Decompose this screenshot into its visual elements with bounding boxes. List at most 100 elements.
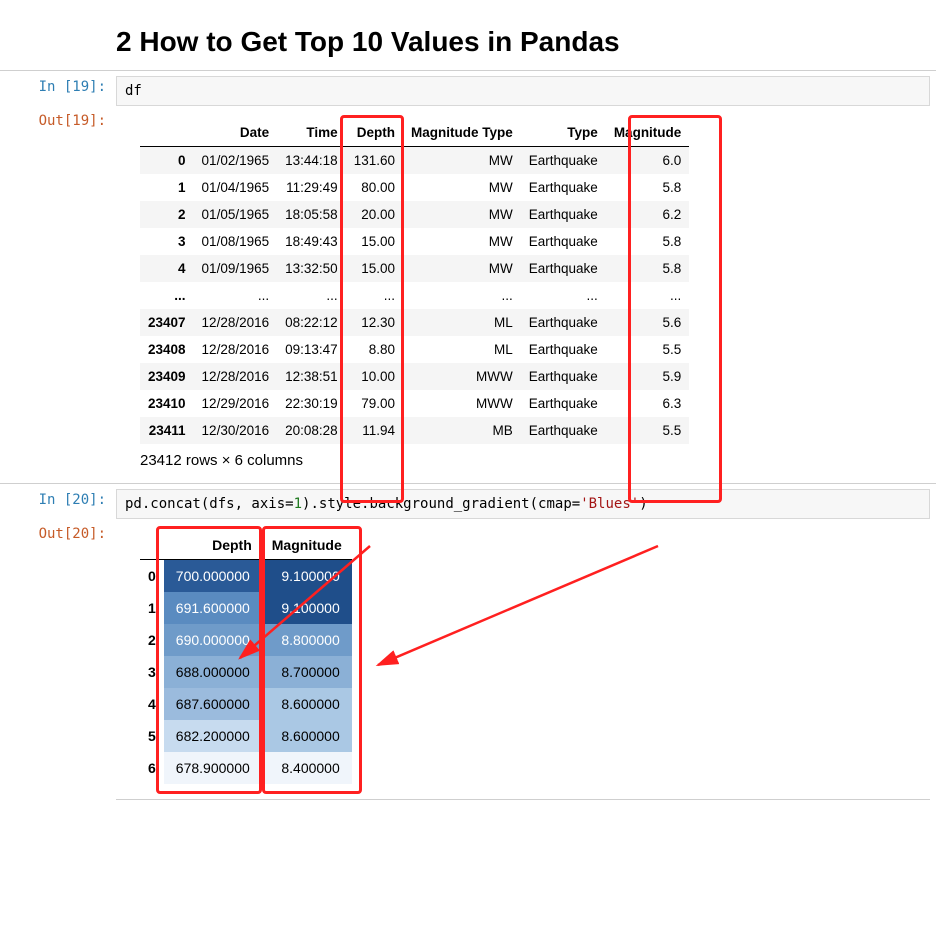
cell: 8.400000 — [262, 752, 352, 784]
cell: 5.9 — [606, 363, 690, 390]
cell: ... — [521, 282, 606, 309]
cell: ML — [403, 309, 521, 336]
col-header: Magnitude — [262, 530, 352, 560]
cell: Earthquake — [521, 363, 606, 390]
out-prompt: Out[20]: — [0, 526, 106, 542]
col-header: Date — [194, 119, 278, 147]
cell: ... — [606, 282, 690, 309]
table-row: 2341112/30/201620:08:2811.94MBEarthquake… — [140, 417, 689, 444]
cell: 6.3 — [606, 390, 690, 417]
cell: 8.80 — [346, 336, 403, 363]
cell-20: In [20]: Out[20]: pd.concat(dfs, axis=1)… — [0, 483, 936, 800]
cell: 09:13:47 — [277, 336, 346, 363]
table-row: 0700.0000009.100000 — [140, 560, 352, 593]
cell: Earthquake — [521, 255, 606, 282]
cell: 11.94 — [346, 417, 403, 444]
cell: MW — [403, 201, 521, 228]
gradient-table: DepthMagnitude0700.0000009.1000001691.60… — [140, 530, 352, 784]
cell: 80.00 — [346, 174, 403, 201]
cell: 18:05:58 — [277, 201, 346, 228]
cell: 18:49:43 — [277, 228, 346, 255]
col-header — [140, 530, 164, 560]
cell: 8.700000 — [262, 656, 352, 688]
cell: 6.2 — [606, 201, 690, 228]
cell: Earthquake — [521, 201, 606, 228]
dataframe-table: DateTimeDepthMagnitude TypeTypeMagnitude… — [140, 119, 689, 444]
cell: 8.600000 — [262, 688, 352, 720]
cell: 12/29/2016 — [194, 390, 278, 417]
cell: 22:30:19 — [277, 390, 346, 417]
cell: 5.5 — [606, 336, 690, 363]
cell: 12/28/2016 — [194, 336, 278, 363]
table-row: 2340712/28/201608:22:1212.30MLEarthquake… — [140, 309, 689, 336]
cell: ... — [277, 282, 346, 309]
cell: 5.5 — [606, 417, 690, 444]
table-row: 6678.9000008.400000 — [140, 752, 352, 784]
cell: MB — [403, 417, 521, 444]
cell: 9.100000 — [262, 592, 352, 624]
cell: 11:29:49 — [277, 174, 346, 201]
cell: ML — [403, 336, 521, 363]
cell: 12/28/2016 — [194, 309, 278, 336]
cell: Earthquake — [521, 390, 606, 417]
table-row: 001/02/196513:44:18131.60MWEarthquake6.0 — [140, 147, 689, 175]
cell: MW — [403, 228, 521, 255]
cell: 5.8 — [606, 174, 690, 201]
table-row: 2690.0000008.800000 — [140, 624, 352, 656]
cell: ... — [194, 282, 278, 309]
dataframe-output: DateTimeDepthMagnitude TypeTypeMagnitude… — [116, 111, 689, 483]
cell: 79.00 — [346, 390, 403, 417]
table-row: ..................... — [140, 282, 689, 309]
cell: ... — [403, 282, 521, 309]
cell: 12:38:51 — [277, 363, 346, 390]
table-row: 2340812/28/201609:13:478.80MLEarthquake5… — [140, 336, 689, 363]
cell: 12/30/2016 — [194, 417, 278, 444]
cell: 131.60 — [346, 147, 403, 175]
col-header — [140, 119, 194, 147]
out-prompt: Out[19]: — [0, 113, 106, 129]
cell: MW — [403, 174, 521, 201]
code-input[interactable]: df — [116, 76, 930, 106]
cell: 5.8 — [606, 228, 690, 255]
cell: 6.0 — [606, 147, 690, 175]
cell: Earthquake — [521, 147, 606, 175]
table-row: 2340912/28/201612:38:5110.00MWWEarthquak… — [140, 363, 689, 390]
col-header: Magnitude Type — [403, 119, 521, 147]
cell: 12/28/2016 — [194, 363, 278, 390]
cell: 687.600000 — [164, 688, 262, 720]
cell: 01/09/1965 — [194, 255, 278, 282]
cell-19: In [19]: Out[19]: df DateTimeDepthMagnit… — [0, 70, 936, 483]
cell: 01/05/1965 — [194, 201, 278, 228]
table-row: 3688.0000008.700000 — [140, 656, 352, 688]
table-row: 201/05/196518:05:5820.00MWEarthquake6.2 — [140, 201, 689, 228]
col-header: Depth — [164, 530, 262, 560]
col-header: Magnitude — [606, 119, 690, 147]
in-prompt: In [20]: — [0, 492, 106, 508]
cell: 8.800000 — [262, 624, 352, 656]
cell: 15.00 — [346, 255, 403, 282]
cell: 5.8 — [606, 255, 690, 282]
cell: 5.6 — [606, 309, 690, 336]
cell: MWW — [403, 390, 521, 417]
cell: 01/04/1965 — [194, 174, 278, 201]
table-row: 301/08/196518:49:4315.00MWEarthquake5.8 — [140, 228, 689, 255]
in-prompt: In [19]: — [0, 79, 106, 95]
cell: 10.00 — [346, 363, 403, 390]
cell: 08:22:12 — [277, 309, 346, 336]
table-row: 2341012/29/201622:30:1979.00MWWEarthquak… — [140, 390, 689, 417]
styler-output: DepthMagnitude0700.0000009.1000001691.60… — [116, 530, 352, 784]
table-row: 1691.6000009.100000 — [140, 592, 352, 624]
cell: 678.900000 — [164, 752, 262, 784]
cell: 20:08:28 — [277, 417, 346, 444]
code-input[interactable]: pd.concat(dfs, axis=1).style.background_… — [116, 489, 930, 519]
cell: Earthquake — [521, 336, 606, 363]
cell: 690.000000 — [164, 624, 262, 656]
cell: 9.100000 — [262, 560, 352, 593]
table-row: 5682.2000008.600000 — [140, 720, 352, 752]
cell: 682.200000 — [164, 720, 262, 752]
cell: 8.600000 — [262, 720, 352, 752]
cell: MW — [403, 147, 521, 175]
cell: 01/02/1965 — [194, 147, 278, 175]
col-header: Time — [277, 119, 346, 147]
cell: 688.000000 — [164, 656, 262, 688]
